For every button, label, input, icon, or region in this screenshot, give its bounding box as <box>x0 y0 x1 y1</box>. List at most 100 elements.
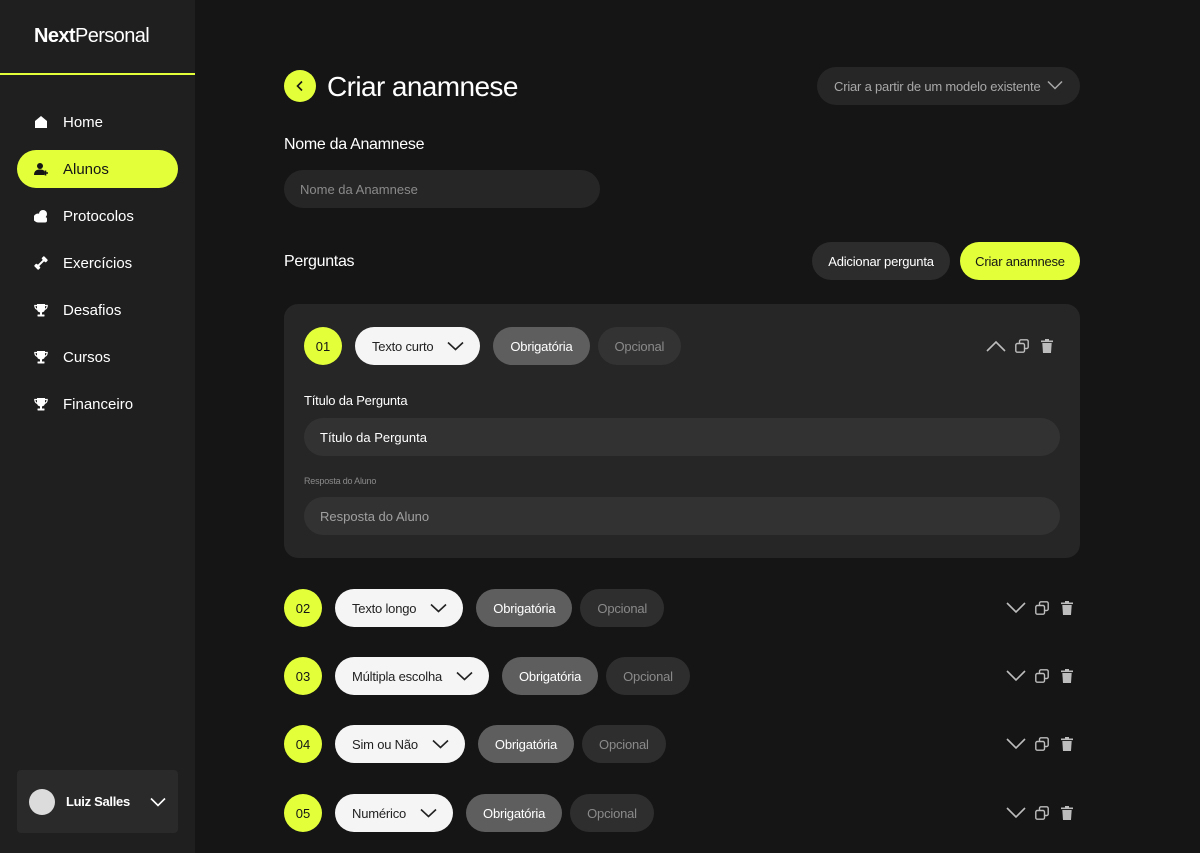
question-title-label: Título da Pergunta <box>304 393 408 408</box>
required-toggle[interactable]: Obrigatória <box>493 327 590 365</box>
question-type-label: Sim ou Não <box>352 736 418 752</box>
sidebar-item-financeiro[interactable]: Financeiro <box>17 385 178 423</box>
trash-icon[interactable] <box>1061 737 1073 751</box>
template-select-label: Criar a partir de um modelo existente <box>834 78 1041 94</box>
optional-toggle[interactable]: Opcional <box>582 725 666 763</box>
sidebar-item-label: Desafios <box>63 301 122 319</box>
question-row: 05 Numérico Obrigatória Opcional <box>284 794 654 832</box>
sidebar-item-label: Exercícios <box>63 254 133 272</box>
duplicate-icon[interactable] <box>1035 737 1049 751</box>
question-type-select[interactable]: Texto longo <box>335 589 464 627</box>
chevron-down-icon <box>456 671 473 681</box>
user-menu[interactable]: Luiz Salles <box>17 770 178 833</box>
chevron-down-icon[interactable] <box>1006 602 1026 614</box>
question-row: 01 Texto curto Obrigatória Opcional <box>304 327 682 365</box>
trash-icon[interactable] <box>1041 339 1053 353</box>
optional-toggle[interactable]: Opcional <box>606 657 690 695</box>
trophy-icon <box>34 303 48 317</box>
question-number: 03 <box>284 657 322 695</box>
create-anamnese-button[interactable]: Criar anamnese <box>960 242 1080 280</box>
question-type-select[interactable]: Sim ou Não <box>335 725 465 763</box>
sidebar-item-label: Cursos <box>63 348 111 366</box>
sidebar-item-alunos[interactable]: Alunos <box>17 150 178 188</box>
chevron-down-icon[interactable] <box>1006 670 1026 682</box>
chevron-down-icon <box>430 603 447 613</box>
question-actions <box>1006 794 1073 832</box>
question-number: 02 <box>284 589 322 627</box>
sidebar-item-label: Home <box>63 113 104 131</box>
back-button[interactable] <box>284 70 316 102</box>
user-name: Luiz Salles <box>66 794 130 809</box>
optional-toggle[interactable]: Opcional <box>597 327 682 365</box>
question-type-label: Texto curto <box>372 338 434 354</box>
sidebar-item-label: Alunos <box>63 160 109 178</box>
question-actions <box>986 327 1053 365</box>
question-number: 01 <box>304 327 342 365</box>
dumbbell-icon <box>34 256 48 270</box>
trash-icon[interactable] <box>1061 601 1073 615</box>
question-title-input[interactable] <box>304 418 1060 456</box>
sidebar: Next Personal Home Alunos Protocolos Exer… <box>0 0 195 853</box>
trophy-icon <box>34 350 48 364</box>
trophy-icon <box>34 397 48 411</box>
brand-logo-part1: Next <box>34 25 76 47</box>
question-type-select[interactable]: Múltipla escolha <box>335 657 490 695</box>
optional-toggle[interactable]: Opcional <box>570 794 654 832</box>
trash-icon[interactable] <box>1061 669 1073 683</box>
duplicate-icon[interactable] <box>1035 669 1049 683</box>
question-type-label: Múltipla escolha <box>352 668 443 684</box>
required-toggle[interactable]: Obrigatória <box>476 589 573 627</box>
question-type-label: Texto longo <box>352 600 417 616</box>
question-row: 04 Sim ou Não Obrigatória Opcional <box>284 725 666 763</box>
user-add-icon <box>34 162 48 176</box>
page-title: Criar anamnese <box>327 71 518 102</box>
question-number: 04 <box>284 725 322 763</box>
duplicate-icon[interactable] <box>1035 806 1049 820</box>
required-toggle[interactable]: Obrigatória <box>466 794 563 832</box>
sidebar-item-cursos[interactable]: Cursos <box>17 338 178 376</box>
duplicate-icon[interactable] <box>1035 601 1049 615</box>
chevron-down-icon[interactable] <box>1006 807 1026 819</box>
chevron-left-icon <box>296 80 303 92</box>
sidebar-item-desafios[interactable]: Desafios <box>17 291 178 329</box>
question-card-expanded: 01 Texto curto Obrigatória Opcional Títu… <box>284 304 1080 558</box>
required-toggle[interactable]: Obrigatória <box>502 657 599 695</box>
sidebar-item-exercicios[interactable]: Exercícios <box>17 244 178 282</box>
chevron-down-icon[interactable] <box>1006 738 1026 750</box>
optional-toggle[interactable]: Opcional <box>580 589 665 627</box>
question-type-select[interactable]: Numérico <box>335 794 454 832</box>
sidebar-item-home[interactable]: Home <box>17 103 178 141</box>
home-icon <box>34 115 48 129</box>
duplicate-icon[interactable] <box>1015 339 1029 353</box>
brand-logo[interactable]: Next Personal <box>0 0 195 75</box>
protocol-icon <box>34 209 48 223</box>
question-row: 02 Texto longo Obrigatória Opcional <box>284 589 665 627</box>
sidebar-item-label: Protocolos <box>63 207 134 225</box>
chevron-up-icon[interactable] <box>986 340 1006 352</box>
question-type-select[interactable]: Texto curto <box>355 327 481 365</box>
student-answer-input[interactable] <box>304 497 1060 535</box>
sidebar-item-label: Financeiro <box>63 395 134 413</box>
questions-heading: Perguntas <box>284 253 355 270</box>
chevron-down-icon <box>432 739 449 749</box>
name-label: Nome da Anamnese <box>284 136 425 153</box>
sidebar-item-protocolos[interactable]: Protocolos <box>17 197 178 235</box>
question-actions <box>1006 657 1073 695</box>
brand-logo-part2: Personal <box>74 25 150 47</box>
chevron-down-icon <box>150 797 166 807</box>
trash-icon[interactable] <box>1061 806 1073 820</box>
required-toggle[interactable]: Obrigatória <box>477 725 575 763</box>
question-actions <box>1006 589 1073 627</box>
chevron-down-icon <box>1047 80 1063 90</box>
chevron-down-icon <box>447 341 464 351</box>
question-type-label: Numérico <box>352 805 407 821</box>
chevron-down-icon <box>420 808 437 818</box>
sidebar-nav: Home Alunos Protocolos Exercícios Desafi… <box>0 75 195 423</box>
student-answer-label: Resposta do Aluno <box>304 476 377 486</box>
add-question-button[interactable]: Adicionar pergunta <box>812 242 950 280</box>
anamnese-name-input[interactable] <box>284 170 600 208</box>
question-number: 05 <box>284 794 322 832</box>
question-row: 03 Múltipla escolha Obrigatória Opcional <box>284 657 690 695</box>
template-select[interactable]: Criar a partir de um modelo existente <box>817 67 1080 105</box>
main-content: Criar anamnese Criar a partir de um mode… <box>195 0 1200 853</box>
